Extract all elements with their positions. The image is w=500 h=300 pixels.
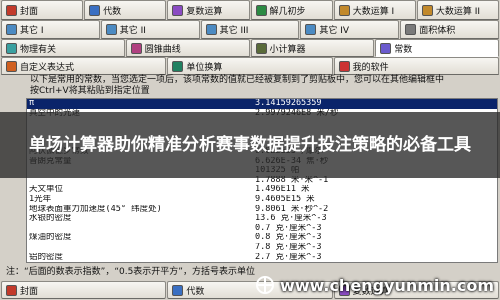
constant-name: 地球表面重力加速度(45° 纬度处) bbox=[29, 204, 162, 214]
tab-label: 大数运算 II bbox=[435, 6, 481, 17]
list-item[interactable]: 煤油的密度 0.8 克·厘米^-3 bbox=[27, 233, 497, 243]
physics-icon bbox=[6, 42, 17, 54]
other-icon bbox=[305, 24, 317, 35]
tab-tabs_row1-5[interactable]: 大数运算 II bbox=[416, 0, 500, 20]
constant-value: 0.7 克·厘米^-3 bbox=[255, 223, 322, 233]
list-item[interactable]: 天文单位 1.496E11 米 bbox=[27, 185, 497, 195]
tab-tabs_row1-4[interactable]: 大数运算 I bbox=[333, 0, 416, 20]
tab-tabs_row2-0[interactable]: 其它 I bbox=[1, 20, 100, 39]
headline-title: 单场计算器助你精准分析赛事数据提升投注策略的必备工具 bbox=[29, 134, 471, 155]
unit-icon bbox=[172, 60, 184, 72]
other-icon bbox=[205, 24, 217, 35]
constant-value: 0.8 克·厘米^-3 bbox=[255, 233, 322, 243]
expression-icon bbox=[6, 60, 17, 72]
tab-label: 自定义表达式 bbox=[20, 62, 75, 73]
constant-value: 3.14159265359 bbox=[255, 99, 322, 108]
constant-name: 水银的密度 bbox=[29, 214, 72, 224]
tab-row-4: 自定义表达式 单位换算 我的软件 bbox=[0, 57, 500, 75]
tab-label: 物理有关 bbox=[20, 44, 57, 55]
complex-icon bbox=[172, 4, 184, 16]
globe-icon bbox=[256, 276, 275, 294]
tab-tabs_row1-0[interactable]: 封面 bbox=[1, 0, 84, 20]
tab-label: 单位换算 bbox=[186, 62, 223, 73]
tab-label: 代数 bbox=[186, 286, 205, 297]
tab-tabs_row3-0[interactable]: 物理有关 bbox=[1, 39, 125, 57]
tab-tabs_row1-3[interactable]: 解几初步 bbox=[250, 0, 333, 20]
tab-label: 封面 bbox=[20, 286, 39, 297]
tab-tabs_row1-2[interactable]: 复数运算 bbox=[167, 0, 250, 20]
constant-name: 1光年 bbox=[29, 194, 52, 204]
tab-label: 其它 III bbox=[219, 26, 249, 36]
equation-icon bbox=[255, 4, 267, 16]
tab-label: 常数 bbox=[394, 44, 413, 55]
tab-tabs_row4-1[interactable]: 单位换算 bbox=[167, 57, 333, 75]
tab-tabs_row3-3[interactable]: 常数 bbox=[375, 39, 499, 57]
list-item[interactable]: 水银的密度 13.6 克·厘米^-3 bbox=[27, 214, 497, 224]
tab-row-2: 其它 I 其它 II 其它 III 其它 IV 面积体积 bbox=[0, 20, 500, 39]
cover-icon bbox=[6, 284, 17, 296]
constant-icon bbox=[380, 42, 392, 54]
curve-icon bbox=[130, 42, 142, 54]
constant-value: 9.4605E15 米 bbox=[255, 194, 315, 204]
code-icon bbox=[172, 284, 184, 296]
tab-label: 代数 bbox=[103, 6, 122, 17]
software-icon bbox=[338, 60, 350, 72]
tab-label: 圆锥曲线 bbox=[144, 44, 181, 55]
tab-label: 解几初步 bbox=[269, 6, 306, 17]
tab-label: 其它 I bbox=[20, 26, 44, 36]
tab-label: 其它 II bbox=[119, 26, 146, 36]
tab-label: 其它 IV bbox=[319, 26, 350, 36]
tab-tabs_row3-1[interactable]: 圆锥曲线 bbox=[125, 39, 250, 57]
tab-row-3: 物理有关 圆锥曲线 小计算器 常数 bbox=[0, 39, 500, 57]
calculator-icon bbox=[255, 42, 267, 54]
list-item[interactable]: 铝的密度 2.7 克·厘米^-3 bbox=[27, 253, 497, 263]
tab-label: 我的软件 bbox=[352, 62, 389, 73]
list-item[interactable]: 0.7 克·厘米^-3 bbox=[27, 224, 497, 234]
tab-label: 面积体积 bbox=[419, 26, 456, 36]
constant-value: 9.8061 米·秒^-2 bbox=[255, 204, 329, 214]
tab-label: 小计算器 bbox=[269, 44, 306, 55]
tab-tabs_row2-2[interactable]: 其它 III bbox=[200, 20, 300, 39]
constant-value: 13.6 克·厘米^-3 bbox=[255, 214, 327, 224]
tab-label: 复数运算 bbox=[186, 6, 223, 17]
list-item[interactable]: 1光年 9.4605E15 米 bbox=[27, 195, 497, 205]
constant-value: 7.8 克·厘米^-3 bbox=[255, 242, 322, 252]
constant-value: 1.496E11 米 bbox=[255, 185, 310, 195]
tab-row-1: 封面 代数 复数运算 解几初步 大数运算 I 大数运算 II bbox=[0, 0, 500, 20]
list-item[interactable]: 地球表面重力加速度(45° 纬度处) 9.8061 米·秒^-2 bbox=[27, 205, 497, 215]
tab-tabs_row2-3[interactable]: 其它 IV bbox=[300, 20, 400, 39]
tab-bottom_tabs-0[interactable]: 封面 bbox=[1, 281, 167, 299]
constant-name: 铝的密度 bbox=[29, 252, 64, 262]
constant-name: 煤油的密度 bbox=[29, 233, 72, 243]
tab-tabs_row1-1[interactable]: 代数 bbox=[84, 0, 167, 20]
tab-tabs_row4-0[interactable]: 自定义表达式 bbox=[1, 57, 167, 75]
bignum-icon bbox=[421, 4, 433, 16]
watermark-text: www.chengyunmin.com bbox=[280, 275, 494, 295]
constant-name bbox=[27, 243, 255, 253]
tab-tabs_row4-2[interactable]: 我的软件 bbox=[333, 57, 499, 75]
instruction-text: 以下是常用的常数，当您选定一项后，该项常数的值就已经被复制到了剪贴板中，您可以在… bbox=[30, 75, 445, 96]
constant-name: 天文单位 bbox=[29, 185, 64, 195]
list-item[interactable]: 7.8 克·厘米^-3 bbox=[27, 243, 497, 253]
constant-name bbox=[27, 224, 255, 234]
code-icon bbox=[89, 4, 101, 16]
tab-tabs_row2-4[interactable]: 面积体积 bbox=[400, 20, 499, 39]
tab-tabs_row2-1[interactable]: 其它 II bbox=[100, 20, 200, 39]
cover-icon bbox=[6, 4, 17, 16]
tab-label: 封面 bbox=[20, 6, 39, 17]
other-icon bbox=[105, 24, 117, 35]
tab-label: 大数运算 I bbox=[352, 6, 395, 17]
list-item[interactable]: π 3.14159265359 bbox=[27, 99, 497, 109]
site-watermark: www.chengyunmin.com bbox=[256, 272, 494, 298]
constant-name: π bbox=[29, 99, 35, 108]
headline-banner: 单场计算器助你精准分析赛事数据提升投注策略的必备工具 bbox=[0, 112, 500, 178]
area-icon bbox=[405, 24, 417, 35]
bignum-icon bbox=[338, 4, 350, 16]
other-icon bbox=[6, 24, 17, 35]
tab-tabs_row3-2[interactable]: 小计算器 bbox=[250, 39, 375, 57]
constant-value: 2.7 克·厘米^-3 bbox=[255, 252, 322, 262]
